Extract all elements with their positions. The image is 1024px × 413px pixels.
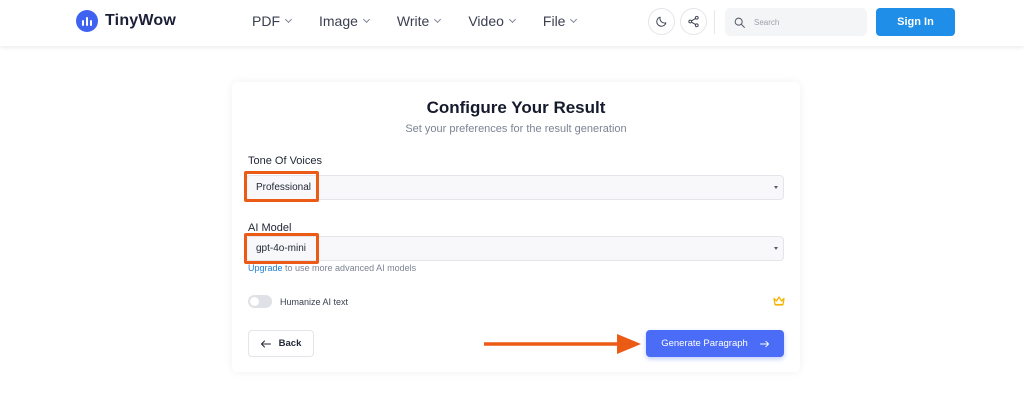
humanize-toggle[interactable] — [248, 295, 272, 308]
nav-file[interactable]: File — [542, 13, 578, 29]
brand-logo[interactable]: TinyWow — [76, 10, 176, 32]
theme-toggle-button[interactable] — [648, 8, 675, 35]
chevron-down-icon — [508, 15, 516, 24]
share-button[interactable] — [680, 8, 707, 35]
nav-image[interactable]: Image — [319, 13, 370, 29]
annotation-arrow-icon — [484, 334, 641, 354]
nav-image-label: Image — [319, 13, 358, 29]
chevron-down-icon — [362, 15, 370, 24]
nav-write-label: Write — [396, 13, 430, 29]
brand-name: TinyWow — [105, 12, 177, 29]
generate-button-label: Generate Paragraph — [661, 338, 748, 349]
search-icon — [734, 17, 745, 28]
moon-icon — [656, 16, 667, 27]
tone-label: Tone Of Voices — [248, 155, 322, 167]
upgrade-link[interactable]: Upgrade — [248, 263, 283, 273]
upgrade-note-text: to use more advanced AI models — [282, 263, 417, 273]
nav-file-label: File — [542, 13, 566, 29]
nav-video-label: Video — [468, 13, 504, 29]
caret-down-icon — [774, 186, 778, 189]
crown-icon — [773, 296, 785, 306]
main-nav: PDF Image Write Video File — [252, 13, 604, 29]
toggle-knob — [250, 297, 259, 306]
upgrade-note: Upgrade to use more advanced AI models — [248, 263, 416, 273]
highlight-box-tone — [244, 171, 319, 202]
chevron-down-icon — [570, 15, 578, 24]
generate-paragraph-button[interactable]: Generate Paragraph — [646, 330, 784, 357]
humanize-label: Humanize AI text — [280, 297, 349, 307]
nav-pdf-label: PDF — [252, 13, 280, 29]
caret-down-icon — [774, 247, 778, 250]
tone-select[interactable]: Professional — [246, 175, 784, 200]
search-box[interactable] — [725, 8, 867, 36]
arrow-right-icon — [759, 340, 769, 347]
configure-result-card: Configure Your Result Set your preferenc… — [232, 82, 800, 372]
nav-pdf[interactable]: PDF — [252, 13, 293, 29]
chevron-down-icon — [284, 15, 293, 24]
page-title: Configure Your Result — [426, 98, 606, 117]
sign-in-button[interactable]: Sign In — [876, 8, 955, 36]
nav-write[interactable]: Write — [396, 13, 442, 29]
top-navbar: TinyWow PDF Image Write Video File Searc… — [0, 0, 1024, 46]
share-icon — [688, 15, 699, 28]
arrow-left-icon — [260, 340, 271, 347]
model-select[interactable]: gpt-4o-mini — [246, 236, 784, 261]
page-subtitle: Set your preferences for the result gene… — [405, 123, 627, 135]
search-input[interactable] — [754, 17, 849, 27]
tinywow-logo-icon — [76, 10, 98, 32]
back-button-label: Back — [278, 338, 302, 349]
nav-video[interactable]: Video — [468, 13, 516, 29]
back-button[interactable]: Back — [248, 330, 314, 357]
chevron-down-icon — [434, 15, 442, 24]
highlight-box-model — [244, 233, 319, 264]
header-divider — [714, 10, 715, 34]
